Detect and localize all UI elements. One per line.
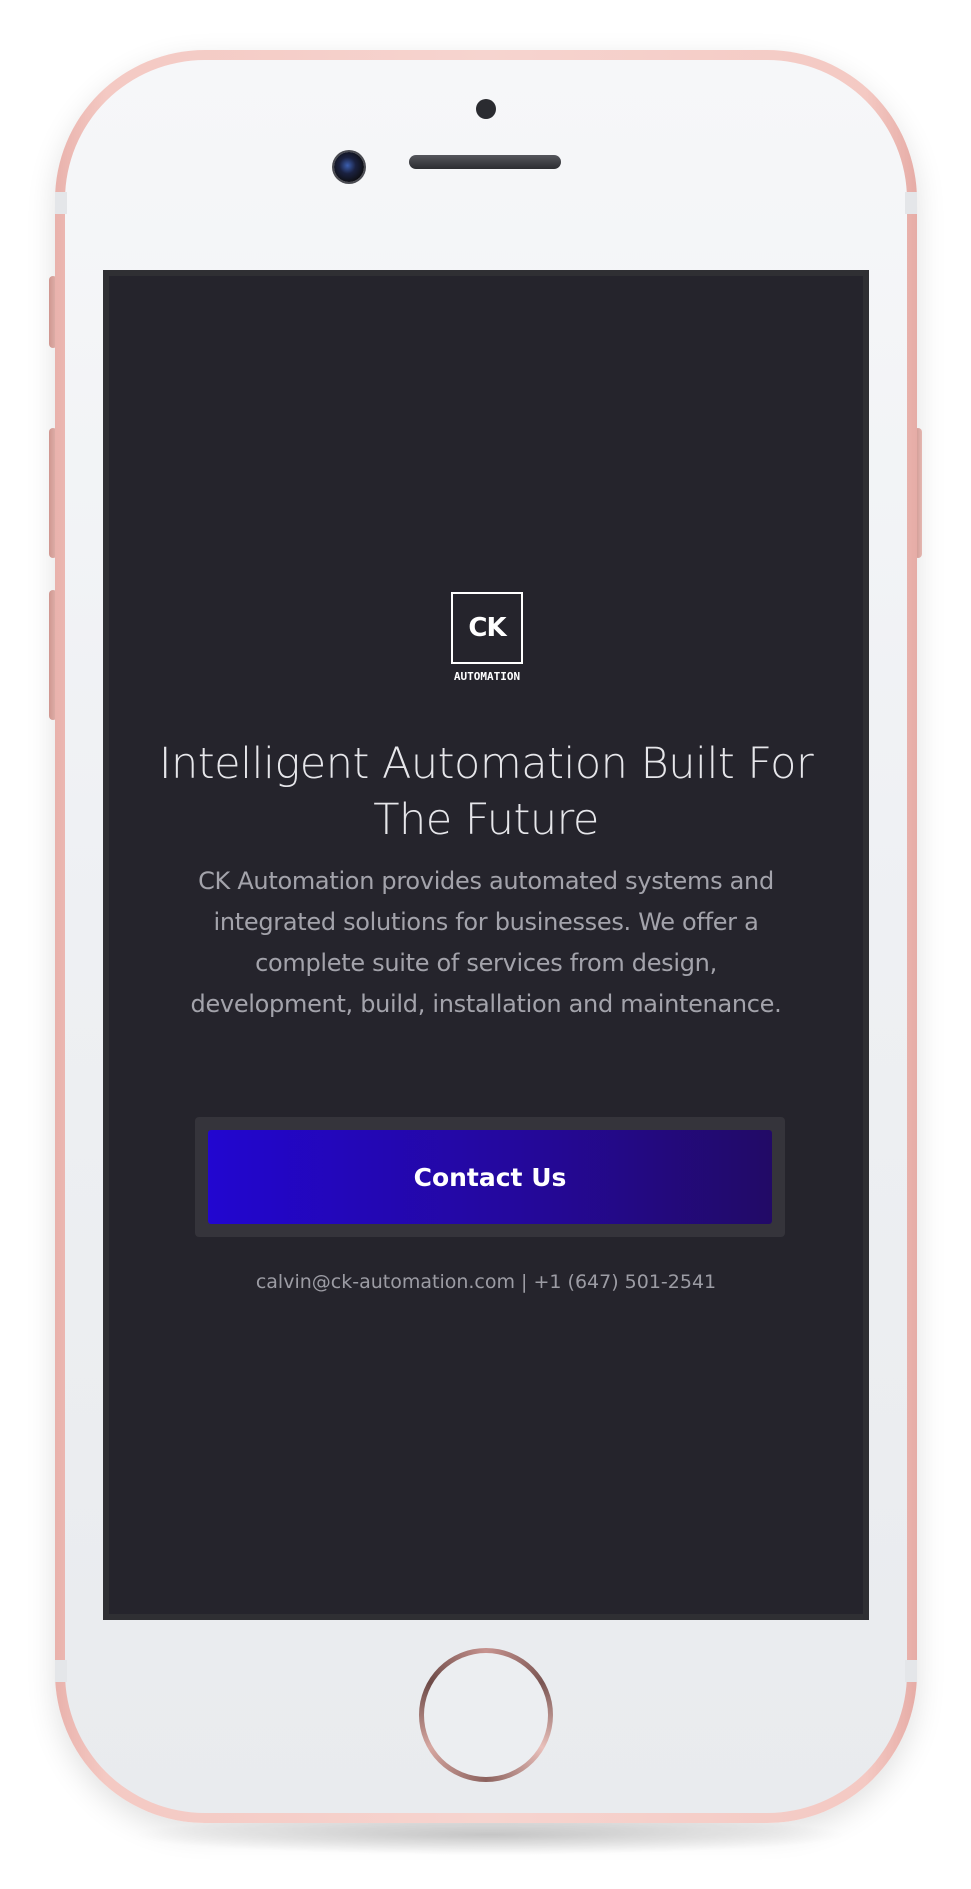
home-button[interactable] [419,1648,553,1782]
antenna-band [55,1660,67,1682]
earpiece-speaker [409,155,561,169]
logo-subtitle: AUTOMATION [453,670,521,683]
antenna-band [905,1660,917,1682]
mockup-stage: CK AUTOMATION Intelligent Automation Bui… [0,0,971,1889]
cta-container: Contact Us [195,1117,785,1237]
proximity-sensor [476,99,496,119]
ck-automation-logo[interactable]: CK AUTOMATION [449,592,525,683]
antenna-band [905,192,917,214]
home-button-face [424,1653,548,1777]
contact-us-button[interactable]: Contact Us [208,1130,772,1224]
front-camera-icon [334,152,364,182]
logo-mark: CK [451,592,523,664]
hero-headline: Intelligent Automation Built For The Fut… [158,739,814,845]
antenna-band [55,192,67,214]
contact-info: calvin@ck-automation.com | +1 (647) 501-… [255,1271,717,1293]
hero-description: CK Automation provides automated systems… [190,867,782,1018]
phone-screen: CK AUTOMATION Intelligent Automation Bui… [103,270,869,1620]
